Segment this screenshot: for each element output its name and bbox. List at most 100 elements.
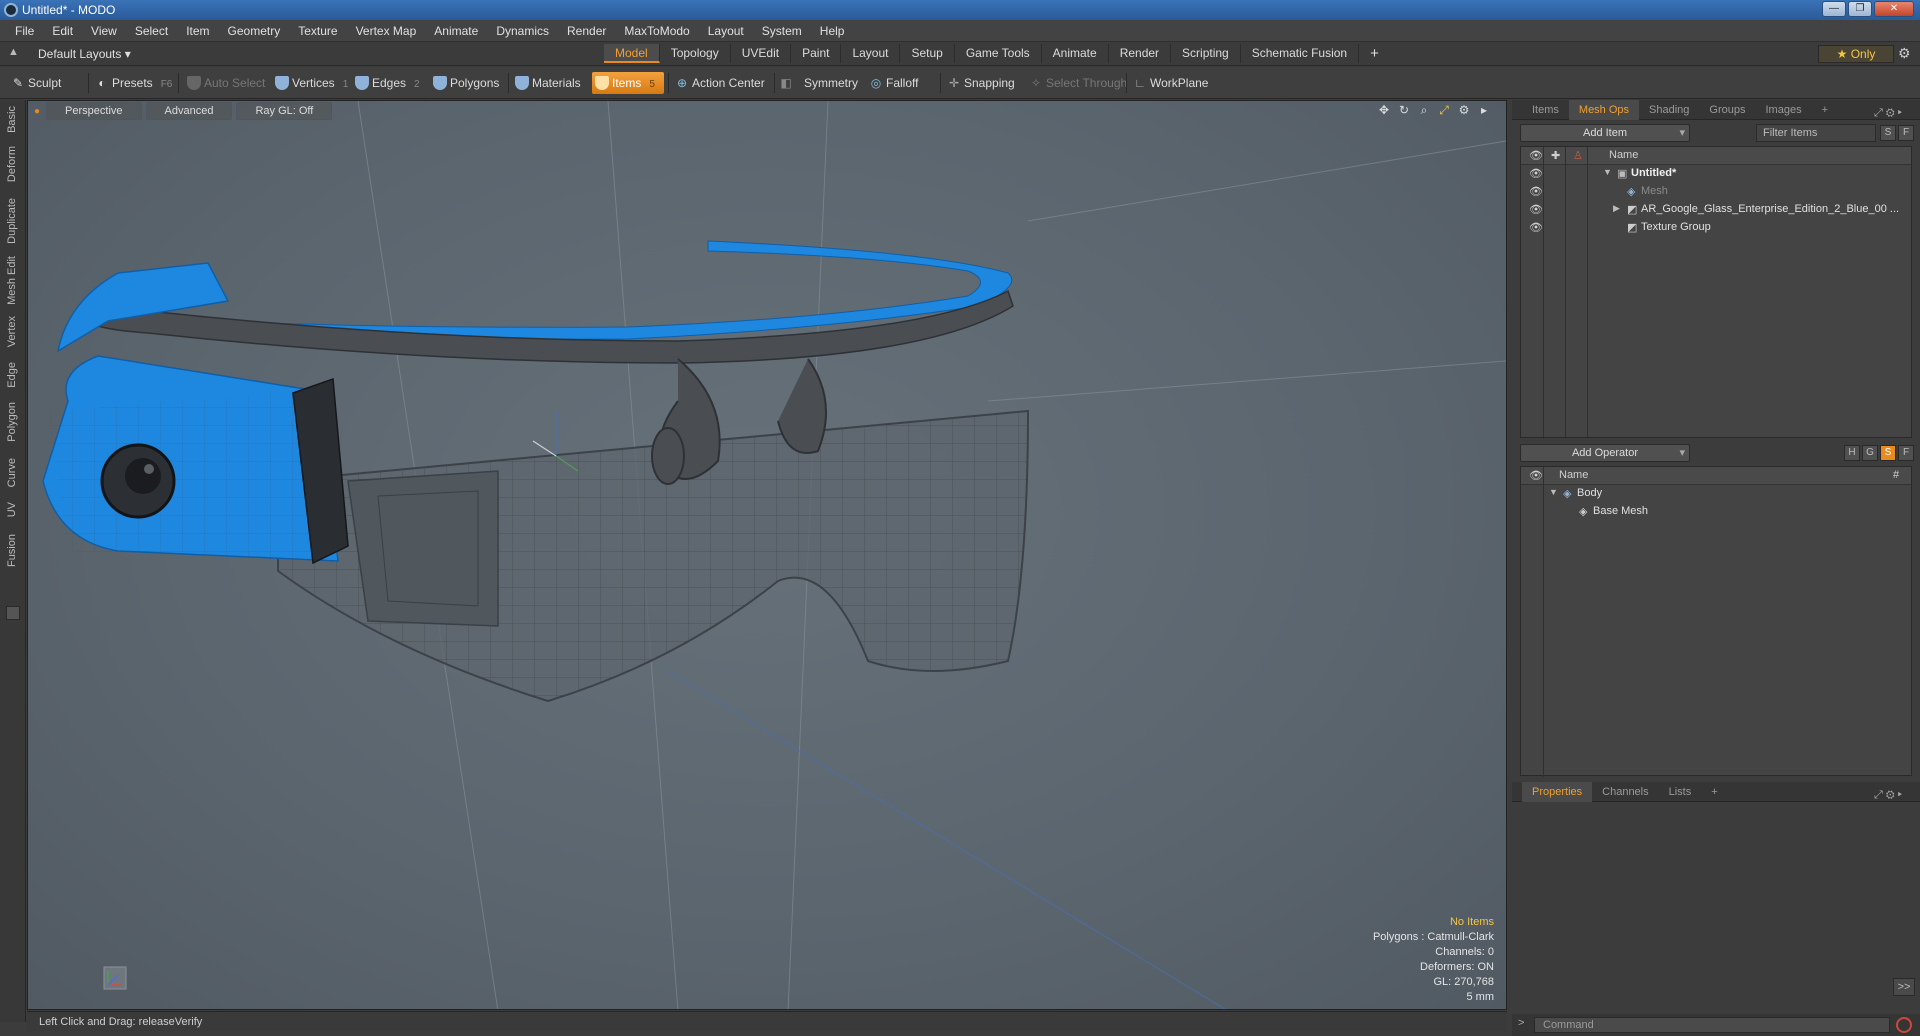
items-button[interactable]: Items 5 <box>592 72 664 94</box>
left-tab-deform[interactable]: Deform <box>6 146 18 182</box>
operator-row-body[interactable]: ▼ ◈ Body <box>1521 485 1911 503</box>
expand-triangle-icon[interactable]: ▶ <box>1613 203 1620 214</box>
left-tab-edge[interactable]: Edge <box>6 362 18 388</box>
tab-groups[interactable]: Groups <box>1699 100 1755 120</box>
auto-select-button[interactable]: Auto Select <box>184 72 268 94</box>
tab-animate[interactable]: Animate <box>1042 44 1109 63</box>
menu-animate[interactable]: Animate <box>425 24 487 38</box>
tab-paint[interactable]: Paint <box>791 44 842 63</box>
menu-dynamics[interactable]: Dynamics <box>487 24 558 38</box>
h-button[interactable]: H <box>1844 445 1860 461</box>
tab-properties[interactable]: Properties <box>1522 781 1593 802</box>
tab-game-tools[interactable]: Game Tools <box>955 44 1042 63</box>
menu-item[interactable]: Item <box>177 24 218 38</box>
eye-icon[interactable]: 👁 <box>1529 221 1543 234</box>
zoom-icon[interactable]: ⌕ <box>1416 103 1432 118</box>
action-center-button[interactable]: ⊕ Action Center <box>672 72 774 94</box>
polygons-button[interactable]: Polygons <box>430 72 506 94</box>
menu-geometry[interactable]: Geometry <box>219 24 290 38</box>
tab-shading[interactable]: Shading <box>1639 100 1699 120</box>
add-operator-dropdown[interactable]: Add Operator ▾ <box>1520 444 1690 462</box>
viewport-settings-icon[interactable]: ⚙ <box>1456 103 1472 118</box>
workplane-button[interactable]: ∟ WorkPlane <box>1130 72 1216 94</box>
tab-model[interactable]: Model <box>604 44 660 63</box>
tree-row-texture-group[interactable]: 👁 ◩ Texture Group <box>1521 219 1911 237</box>
tab-render[interactable]: Render <box>1109 44 1172 63</box>
tab-lists[interactable]: Lists <box>1659 782 1702 802</box>
3d-viewport[interactable]: ● Perspective Advanced Ray GL: Off ✥ ↻ ⌕… <box>27 100 1507 1010</box>
left-tab-polygon[interactable]: Polygon <box>6 402 18 442</box>
materials-button[interactable]: Materials <box>512 72 592 94</box>
only-button[interactable]: ★ Only <box>1818 45 1894 63</box>
menu-vertex-map[interactable]: Vertex Map <box>347 24 426 38</box>
left-tab-toggle[interactable] <box>6 606 20 620</box>
rotate-icon[interactable]: ↻ <box>1396 103 1412 118</box>
left-tab-fusion[interactable]: Fusion <box>6 534 18 567</box>
menu-file[interactable]: File <box>6 24 43 38</box>
tab-mesh-ops[interactable]: Mesh Ops <box>1568 99 1640 120</box>
sculpt-button[interactable]: ✎ Sculpt <box>8 72 86 94</box>
tab-setup[interactable]: Setup <box>900 44 955 63</box>
tab-scripting[interactable]: Scripting <box>1171 44 1241 63</box>
viewport-expand-icon[interactable]: ▸ <box>1476 103 1492 118</box>
name-column-header[interactable]: Name <box>1559 469 1588 481</box>
add-panel-tab-icon[interactable]: + <box>1812 100 1838 120</box>
eye-icon[interactable]: 👁 <box>1529 203 1543 216</box>
vertices-button[interactable]: Vertices 1 <box>272 72 352 94</box>
collapse-up-icon[interactable]: ▲ <box>8 46 19 58</box>
tab-uvedit[interactable]: UVEdit <box>731 44 792 63</box>
minimize-button[interactable]: — <box>1822 1 1846 17</box>
left-tab-basic[interactable]: Basic <box>6 106 18 133</box>
panel-options-icon[interactable]: ⤢ ⚙ ▸ <box>1864 785 1912 805</box>
expand-panel-button[interactable]: >> <box>1893 978 1915 996</box>
s-button-active[interactable]: S <box>1880 445 1896 461</box>
left-tab-mesh-edit[interactable]: Mesh Edit <box>6 256 18 305</box>
maximize-button[interactable]: ❐ <box>1848 1 1872 17</box>
raygl-button[interactable]: Ray GL: Off <box>236 102 333 120</box>
g-button[interactable]: G <box>1862 445 1878 461</box>
snapping-button[interactable]: ✛ Snapping <box>944 72 1028 94</box>
tree-row-scene[interactable]: 👁 ▼ ▣ Untitled* <box>1521 165 1911 183</box>
left-tab-duplicate[interactable]: Duplicate <box>6 198 18 244</box>
tree-row-mesh[interactable]: 👁 ◈ Mesh <box>1521 183 1911 201</box>
viewport-menu-icon[interactable]: ● <box>34 106 40 117</box>
menu-view[interactable]: View <box>82 24 126 38</box>
expand-triangle-icon[interactable]: ▼ <box>1549 487 1558 497</box>
tab-topology[interactable]: Topology <box>660 44 731 63</box>
menu-system[interactable]: System <box>753 24 811 38</box>
edges-button[interactable]: Edges 2 <box>352 72 428 94</box>
falloff-button[interactable]: ◎ Falloff <box>866 72 946 94</box>
view-mode-button[interactable]: Perspective <box>46 102 142 120</box>
eye-icon[interactable]: 👁 <box>1529 167 1543 180</box>
tab-layout[interactable]: Layout <box>841 44 901 63</box>
left-tab-vertex[interactable]: Vertex <box>6 316 18 347</box>
tab-schematic-fusion[interactable]: Schematic Fusion <box>1241 44 1360 63</box>
close-button[interactable]: ✕ <box>1874 1 1914 17</box>
f-button[interactable]: F <box>1898 125 1914 141</box>
menu-layout[interactable]: Layout <box>699 24 753 38</box>
record-icon[interactable] <box>1896 1017 1912 1033</box>
add-item-dropdown[interactable]: Add Item ▾ <box>1520 124 1690 142</box>
add-tab-button[interactable]: + <box>1359 44 1390 63</box>
f-button[interactable]: F <box>1898 445 1914 461</box>
name-column-header[interactable]: Name <box>1609 149 1638 161</box>
expand-triangle-icon[interactable]: ▼ <box>1603 167 1612 177</box>
shading-mode-button[interactable]: Advanced <box>145 102 233 120</box>
fit-view-icon[interactable]: ⤢ <box>1436 103 1452 118</box>
select-through-button[interactable]: ✧ Select Through <box>1026 72 1134 94</box>
command-input[interactable]: Command <box>1534 1017 1890 1033</box>
menu-render[interactable]: Render <box>558 24 615 38</box>
menu-texture[interactable]: Texture <box>289 24 346 38</box>
pan-icon[interactable]: ✥ <box>1376 103 1392 118</box>
tab-channels[interactable]: Channels <box>1592 782 1658 802</box>
filter-items-input[interactable]: Filter Items <box>1756 124 1876 142</box>
symmetry-button[interactable]: ◧ Symmetry <box>776 72 866 94</box>
presets-button[interactable]: ◐ Presets F6 <box>92 72 174 94</box>
eye-icon[interactable]: 👁 <box>1529 185 1543 198</box>
menu-select[interactable]: Select <box>126 24 177 38</box>
tab-images[interactable]: Images <box>1756 100 1812 120</box>
s-button[interactable]: S <box>1880 125 1896 141</box>
tab-items[interactable]: Items <box>1522 100 1569 120</box>
left-tab-uv[interactable]: UV <box>6 502 18 517</box>
menu-maxtomodo[interactable]: MaxToModo <box>615 24 698 38</box>
